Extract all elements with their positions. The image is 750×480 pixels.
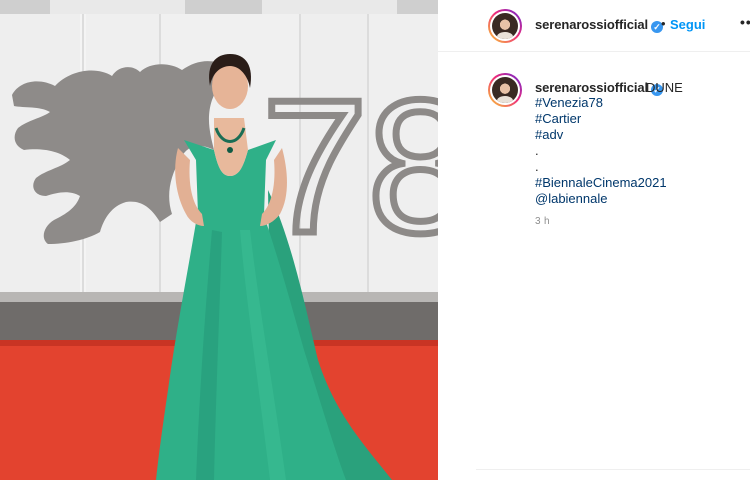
caption-line[interactable]: #BiennaleCinema2021 (535, 175, 667, 191)
caption-title: DUNE (646, 80, 683, 95)
caption-avatar[interactable] (488, 73, 522, 107)
header-username[interactable]: serenarossiofficial ✓ (535, 17, 663, 33)
caption-line: . (535, 143, 539, 158)
post-side-panel: serenarossiofficial✓ • Segui •• serenaro… (438, 0, 750, 480)
avatar[interactable] (488, 9, 522, 43)
divider (476, 469, 750, 470)
post-timestamp[interactable]: 3 h (535, 216, 550, 227)
backdrop-78-text: 78 (262, 61, 438, 273)
separator-dot: • (661, 16, 666, 31)
caption-line[interactable]: #Venezia78 (535, 95, 667, 111)
caption-line: . (535, 159, 539, 174)
post-header: serenarossiofficial✓ • Segui •• (438, 0, 750, 52)
red-carpet-photo: 78 (0, 0, 438, 480)
caption-lines: #Venezia78 #Cartier #adv . . #BiennaleCi… (535, 95, 667, 207)
profile-photo (492, 13, 518, 39)
caption-line[interactable]: #adv (535, 127, 667, 143)
caption-line[interactable]: @labiennale (535, 191, 667, 207)
caption-line[interactable]: #Cartier (535, 111, 667, 127)
follow-button[interactable]: Segui (670, 17, 705, 32)
profile-photo (492, 77, 518, 103)
more-options-icon[interactable]: •• (740, 14, 750, 30)
caption-username[interactable]: serenarossiofficial ✓ (535, 80, 663, 96)
post-photo[interactable]: 78 (0, 0, 438, 480)
